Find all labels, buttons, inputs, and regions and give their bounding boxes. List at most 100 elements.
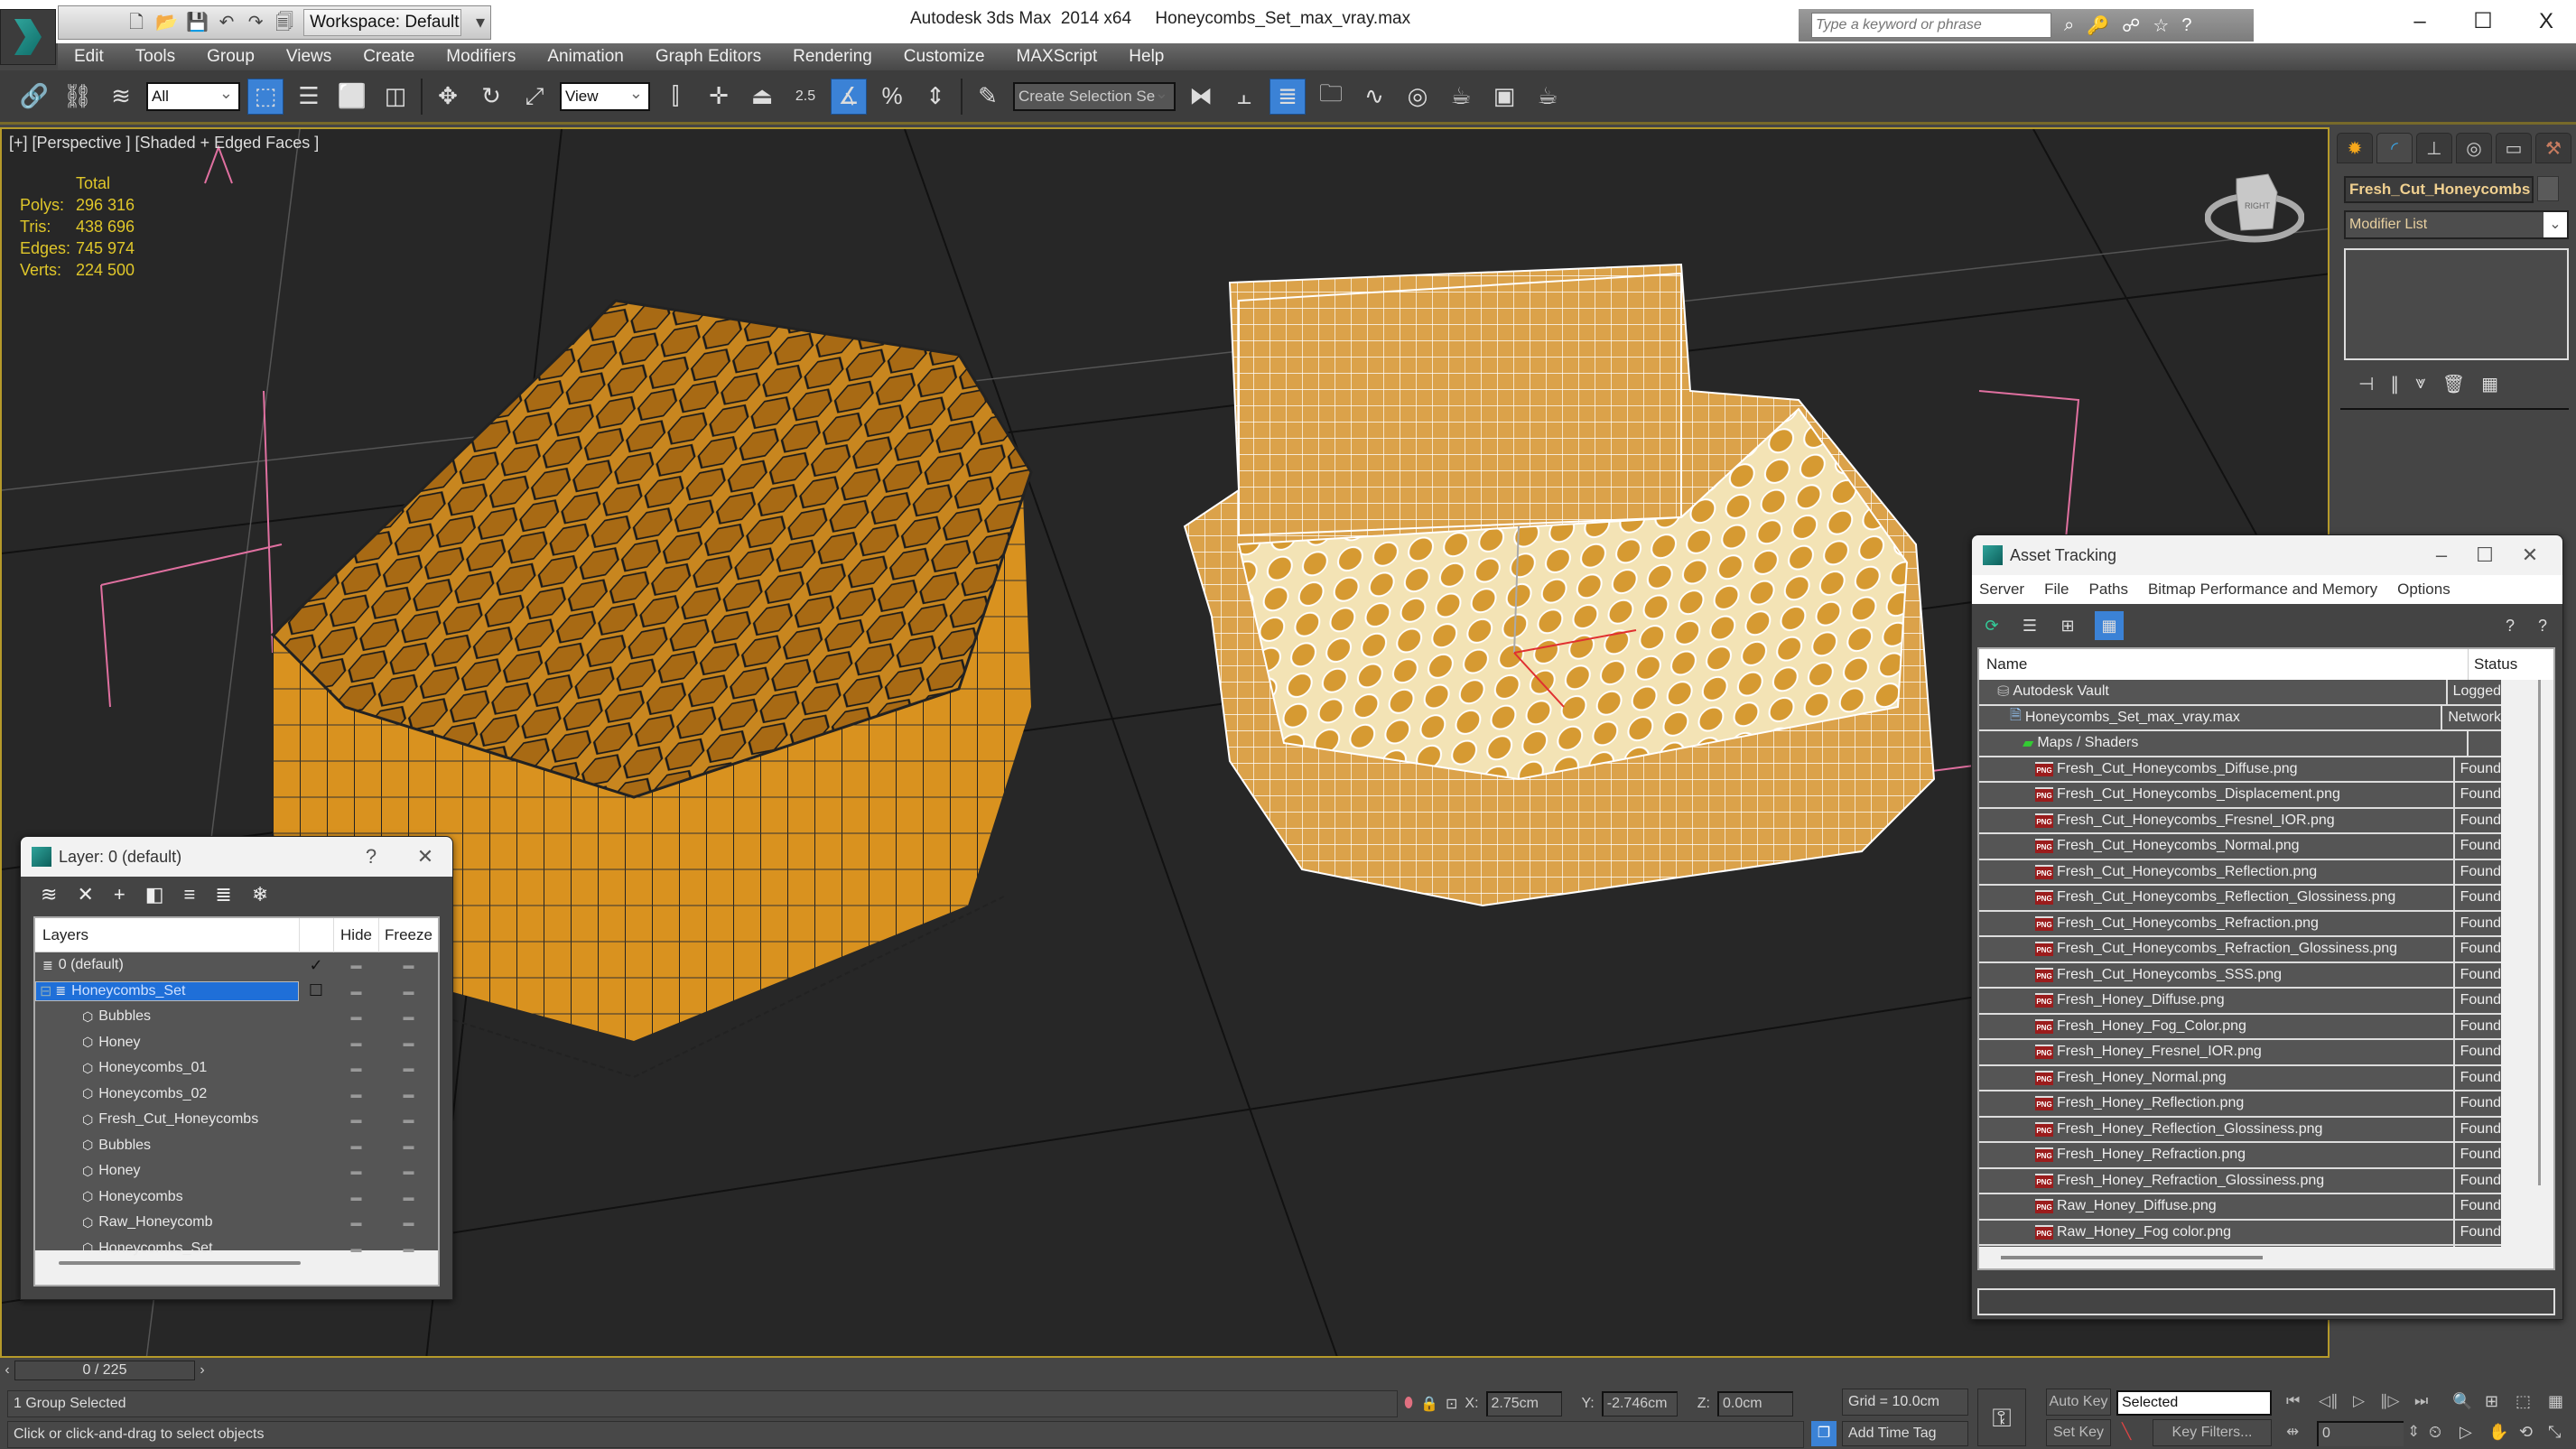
menu-group[interactable]: Group xyxy=(207,47,255,67)
zoom-icon[interactable]: 🔍 xyxy=(2452,1392,2472,1411)
hierarchy-tab[interactable]: ⊥ xyxy=(2416,133,2452,163)
mirror-icon[interactable]: ⧓ xyxy=(1183,79,1219,115)
utilities-tab[interactable]: ⚒ xyxy=(2535,133,2571,163)
set-current-layer-icon[interactable]: ≣ xyxy=(215,883,231,906)
asset-row[interactable]: PNG Fresh_Cut_Honeycombs_Normal.png Found xyxy=(1979,834,2501,860)
menu-file[interactable]: File xyxy=(2044,581,2069,599)
key-mode-toggle-icon[interactable]: ⇹ xyxy=(2286,1423,2299,1441)
freeze-toggle[interactable]: ▬ xyxy=(378,1062,438,1074)
asset-row[interactable]: PNG Fresh_Cut_Honeycombs_Reflection.png Fo… xyxy=(1979,859,2501,886)
layer-name-cell[interactable]: ⬡ Honeycombs_01 xyxy=(35,1060,299,1076)
undo-icon[interactable]: ↶ xyxy=(217,12,237,33)
refresh-icon[interactable]: ⟳ xyxy=(1981,615,2003,636)
close-icon[interactable]: ✕ xyxy=(407,842,443,871)
scrollbar-thumb[interactable] xyxy=(59,1261,301,1265)
layer-row[interactable]: ⬡ Honey ▬ ▬ xyxy=(35,1030,438,1056)
asset-row[interactable]: PNG Fresh_Honey_Refraction.png Found xyxy=(1979,1143,2501,1169)
layer-name-cell[interactable]: ≣ 0 (default) xyxy=(35,957,299,973)
selection-filter-dropdown[interactable]: All xyxy=(146,80,240,111)
hide-toggle[interactable]: ▬ xyxy=(333,1010,378,1023)
menu-animation[interactable]: Animation xyxy=(547,47,624,67)
asset-row[interactable]: PNG Fresh_Cut_Honeycombs_Refraction.png Fo… xyxy=(1979,911,2501,937)
render-production-icon[interactable]: ☕ xyxy=(1530,79,1566,115)
hide-toggle[interactable]: ▬ xyxy=(333,1036,378,1049)
dialog-title-bar[interactable]: Asset Tracking – ☐ ✕ xyxy=(1972,535,2562,575)
asset-row[interactable]: PNG Fresh_Honey_Fresnel_IOR.png Found xyxy=(1979,1040,2501,1066)
viewcube[interactable]: RIGHT xyxy=(2205,165,2304,246)
horizontal-scrollbar[interactable] xyxy=(1979,1247,2553,1268)
add-to-layer-icon[interactable]: + xyxy=(114,883,126,906)
zoom-extents-all-icon[interactable]: ▦ xyxy=(2548,1392,2563,1411)
asset-row[interactable]: PNG Fresh_Honey_Reflection_Glossiness.png… xyxy=(1979,1117,2501,1143)
previous-key-icon[interactable]: ◁∥ xyxy=(2319,1392,2339,1410)
column-name[interactable]: Name xyxy=(1979,649,2469,680)
create-layer-icon[interactable]: ≋ xyxy=(41,883,57,906)
edit-named-sel-icon[interactable]: ✎ xyxy=(970,79,1006,115)
snaps-icon[interactable]: 2.5 xyxy=(787,79,823,115)
horizontal-scrollbar[interactable] xyxy=(35,1250,438,1286)
current-frame-field[interactable]: 0 xyxy=(2317,1421,2404,1446)
menu-help[interactable]: Help xyxy=(1129,47,1164,67)
configure-modifier-sets-icon[interactable]: ▦ xyxy=(2481,373,2498,395)
freeze-toggle[interactable]: ▬ xyxy=(378,959,438,971)
hide-freeze-all-icon[interactable]: ❄ xyxy=(252,883,268,906)
modifier-stack[interactable] xyxy=(2344,248,2569,360)
material-editor-icon[interactable]: ◎ xyxy=(1400,79,1436,115)
time-slider-thumb[interactable]: 0 / 225 xyxy=(14,1361,195,1380)
rendered-frame-icon[interactable]: ▣ xyxy=(1486,79,1522,115)
go-to-start-icon[interactable]: ⏮ xyxy=(2286,1392,2300,1410)
layer-row[interactable]: ⬡ Honeycombs ▬ ▬ xyxy=(35,1184,438,1211)
customize-qat-icon[interactable]: ▾ xyxy=(470,12,490,33)
freeze-toggle[interactable]: ▬ xyxy=(378,1088,438,1101)
rect-region-icon[interactable]: ⬜ xyxy=(334,79,370,115)
curve-editor-icon[interactable]: ∿ xyxy=(1356,79,1392,115)
next-key-icon[interactable]: ∥▷ xyxy=(2380,1392,2400,1410)
layer-name-cell[interactable]: ⬡ Bubbles xyxy=(35,1008,299,1025)
spinner-snap-icon[interactable]: ⇕ xyxy=(917,79,953,115)
menu-rendering[interactable]: Rendering xyxy=(793,47,872,67)
motion-tab[interactable]: ◎ xyxy=(2456,133,2492,163)
freeze-toggle[interactable]: ▬ xyxy=(378,1113,438,1126)
scene-explorer-icon[interactable]: 🗀 xyxy=(1313,79,1349,115)
minimize-button[interactable]: – xyxy=(2393,4,2447,40)
layer-row[interactable]: ⬡ Honey ▬ ▬ xyxy=(35,1158,438,1184)
asset-row[interactable]: PNG Fresh_Cut_Honeycombs_Refraction_Gloss… xyxy=(1979,937,2501,963)
layer-manager-icon[interactable]: ≣ xyxy=(1269,78,1306,115)
layer-row[interactable]: ⬡ Honeycombs_01 ▬ ▬ xyxy=(35,1055,438,1082)
layer-name-cell[interactable]: ⬡ Honey xyxy=(35,1163,299,1179)
absolute-mode-icon[interactable]: ⊡ xyxy=(1446,1395,1457,1413)
asset-row[interactable]: PNG Fresh_Cut_Honeycombs_Diffuse.png Found xyxy=(1979,757,2501,783)
menu-views[interactable]: Views xyxy=(286,47,331,67)
subscription-icon[interactable]: 🔑 xyxy=(2087,14,2109,37)
modifier-list-dropdown[interactable]: Modifier List ⌄ xyxy=(2344,210,2569,239)
menu-modifiers[interactable]: Modifiers xyxy=(446,47,516,67)
layer-name-cell[interactable]: ⬡ Bubbles xyxy=(35,1138,299,1154)
percent-snap-icon[interactable]: % xyxy=(874,79,910,115)
layer-row[interactable]: ⬡ Fresh_Cut_Honeycombs ▬ ▬ xyxy=(35,1107,438,1133)
scale-icon[interactable]: ⤢ xyxy=(516,79,553,115)
x-coordinate-field[interactable]: 2.75cm xyxy=(1485,1391,1562,1416)
close-icon[interactable]: ✕ xyxy=(2512,541,2548,570)
asset-row[interactable]: PNG Fresh_Honey_Reflection.png Found xyxy=(1979,1091,2501,1118)
collapse-icon[interactable]: ⊟ xyxy=(40,982,51,1000)
rotate-icon[interactable]: ↻ xyxy=(473,79,509,115)
asset-row[interactable]: PNG Fresh_Honey_Fog_Color.png Found xyxy=(1979,1014,2501,1040)
menu-bitmap-performance[interactable]: Bitmap Performance and Memory xyxy=(2148,581,2377,599)
menu-server[interactable]: Server xyxy=(1979,581,2024,599)
layer-name-cell[interactable]: ⬡ Honeycombs xyxy=(35,1189,299,1205)
freeze-toggle[interactable]: ▬ xyxy=(378,1216,438,1229)
zoom-extents-icon[interactable]: ⬚ xyxy=(2516,1392,2531,1411)
select-object-icon[interactable]: ⬚ xyxy=(247,78,284,115)
tree-view-icon[interactable]: ⊞ xyxy=(2057,615,2078,636)
workspace-dropdown[interactable]: Workspace: Default xyxy=(303,9,462,36)
angle-snap-icon[interactable]: ∡ xyxy=(831,78,867,115)
move-icon[interactable]: ✥ xyxy=(430,79,466,115)
layer-row[interactable]: ≣ 0 (default) ✓ ▬ ▬ xyxy=(35,952,438,979)
asset-row[interactable]: PNG Fresh_Honey_Normal.png Found xyxy=(1979,1065,2501,1091)
prev-frame-icon[interactable]: ‹ xyxy=(0,1362,14,1379)
layer-row[interactable]: ⊟ ≣ Honeycombs_Set ☐ ▬ ▬ xyxy=(35,979,438,1005)
default-in-out-tangent-icon[interactable]: ╲ xyxy=(2122,1423,2131,1441)
column-freeze[interactable]: Freeze xyxy=(378,917,438,952)
menu-create[interactable]: Create xyxy=(363,47,414,67)
help-button[interactable]: ? xyxy=(353,842,389,871)
